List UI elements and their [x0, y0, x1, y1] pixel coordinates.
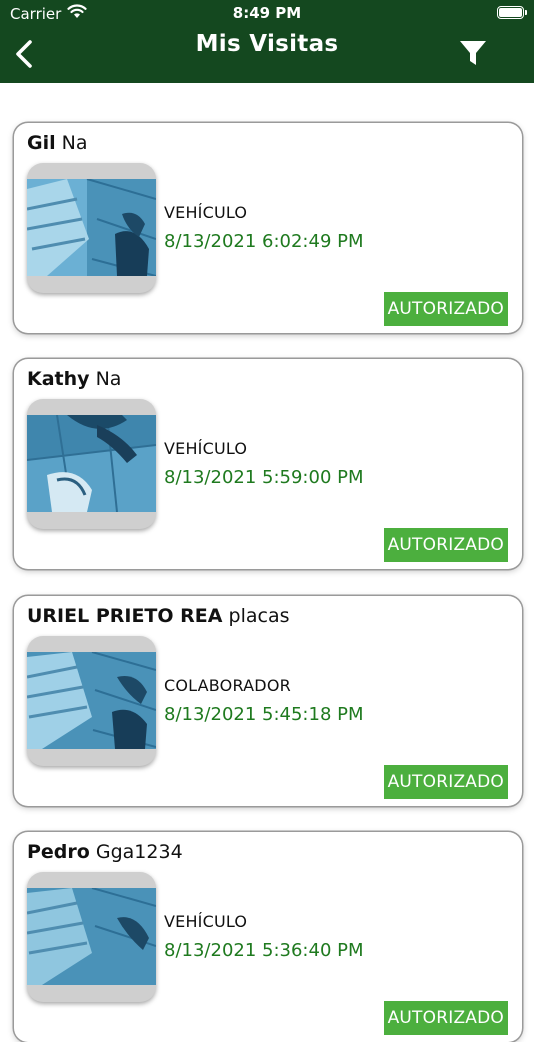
visitor-photo[interactable]	[27, 872, 156, 1002]
filter-button[interactable]	[458, 38, 488, 68]
filter-icon	[460, 41, 486, 65]
visitor-name: Gil Na	[27, 132, 88, 154]
visit-datetime: 8/13/2021 5:36:40 PM	[164, 940, 364, 961]
visitor-first-name: Pedro	[27, 841, 90, 863]
visitor-photo[interactable]	[27, 163, 156, 293]
visitor-extra: Gga1234	[89, 841, 183, 863]
visitor-name: Kathy Na	[27, 368, 121, 390]
visit-type: VEHÍCULO	[164, 203, 248, 222]
visitor-extra: placas	[222, 605, 290, 627]
visitor-photo-image	[27, 179, 156, 276]
app-header: Carrier 8:49 PM Mis Visitas	[0, 0, 534, 83]
visitor-name: Pedro Gga1234	[27, 841, 183, 863]
visitor-photo[interactable]	[27, 636, 156, 766]
visitor-photo-image	[27, 415, 156, 512]
status-badge: AUTORIZADO	[383, 1001, 508, 1035]
visit-datetime: 8/13/2021 5:45:18 PM	[164, 704, 364, 725]
visit-type: VEHÍCULO	[164, 912, 248, 931]
visitor-first-name: Gil	[27, 132, 56, 154]
visit-card[interactable]: URIEL PRIETO REA placas COLABORADOR 8/13…	[14, 596, 522, 806]
visitor-photo[interactable]	[27, 399, 156, 529]
visitor-first-name: URIEL PRIETO REA	[27, 605, 223, 627]
status-badge: AUTORIZADO	[383, 528, 508, 562]
status-bar-time: 8:49 PM	[232, 4, 302, 22]
battery-icon	[497, 6, 527, 19]
visitor-extra: Na	[89, 368, 122, 390]
status-badge: AUTORIZADO	[383, 765, 508, 799]
visitor-extra: Na	[55, 132, 88, 154]
visitor-name: URIEL PRIETO REA placas	[27, 605, 290, 627]
visit-card[interactable]: Kathy Na VEHÍCULO 8/13/2021 5:59:00 PM A…	[14, 359, 522, 569]
visit-datetime: 8/13/2021 6:02:49 PM	[164, 231, 364, 252]
visitor-photo-image	[27, 652, 156, 749]
visit-datetime: 8/13/2021 5:59:00 PM	[164, 467, 364, 488]
visit-type: COLABORADOR	[164, 676, 291, 695]
visit-card[interactable]: Gil Na VEHÍCULO 8/13/2021 6:02:49 PM AUT…	[14, 123, 522, 333]
visit-type: VEHÍCULO	[164, 439, 248, 458]
status-badge: AUTORIZADO	[383, 292, 508, 326]
visit-card[interactable]: Pedro Gga1234 VEHÍCULO 8/13/2021 5:36:40…	[14, 832, 522, 1042]
visitor-first-name: Kathy	[27, 368, 90, 390]
visitor-photo-image	[27, 888, 156, 985]
page-title: Mis Visitas	[195, 31, 339, 57]
